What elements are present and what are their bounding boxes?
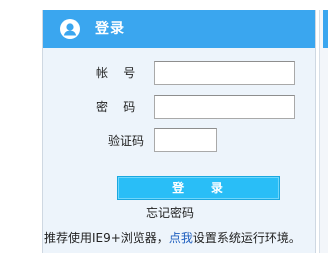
login-title: 登录 <box>95 21 125 37</box>
username-label: 帐 号 <box>96 66 136 80</box>
login-header: 登录 <box>43 10 315 48</box>
browser-setup-link[interactable]: 点我 <box>169 231 193 245</box>
browser-tip-prefix: 推荐使用IE9+浏览器， <box>44 231 169 245</box>
username-input[interactable] <box>154 61 295 85</box>
forgot-password-link[interactable]: 忘记密码 <box>146 205 194 221</box>
browser-tip: 推荐使用IE9+浏览器，点我设置系统运行环境。 <box>44 230 301 246</box>
browser-tip-suffix: 设置系统运行环境。 <box>192 231 301 245</box>
login-button[interactable]: 登 录 <box>117 176 280 200</box>
password-label: 密 码 <box>96 100 136 114</box>
captcha-label: 验证码 <box>108 134 145 148</box>
user-icon <box>60 19 80 39</box>
password-input[interactable] <box>154 95 295 119</box>
adjacent-panel-header <box>323 10 328 48</box>
captcha-input[interactable] <box>154 128 217 152</box>
